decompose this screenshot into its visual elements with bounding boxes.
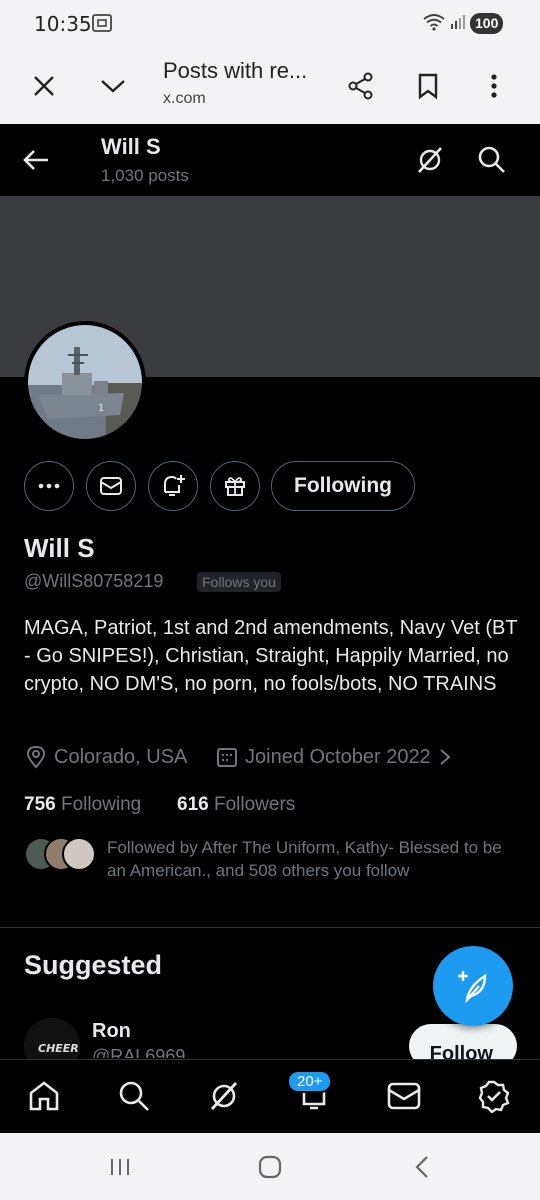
header-name: Will S bbox=[101, 134, 161, 159]
follows-you-badge: Follows you bbox=[197, 572, 281, 592]
search-icon[interactable] bbox=[116, 1078, 152, 1114]
verified-icon[interactable] bbox=[476, 1078, 512, 1114]
profile-location: Colorado, USA bbox=[24, 745, 187, 769]
browser-toolbar: Posts with re... x.com bbox=[0, 48, 540, 124]
close-icon[interactable] bbox=[26, 68, 62, 104]
notifications-badge: 20+ bbox=[287, 1070, 333, 1093]
profile-handle: @WillS80758219 bbox=[24, 571, 164, 591]
gift-button[interactable] bbox=[210, 461, 260, 511]
screenshot-icon bbox=[92, 14, 112, 32]
grok-icon[interactable] bbox=[414, 144, 446, 176]
profile-display-name: Will S bbox=[24, 533, 95, 563]
followers-label: Followers bbox=[213, 794, 296, 815]
message-button[interactable] bbox=[86, 461, 136, 511]
home-button-icon[interactable] bbox=[258, 1155, 282, 1179]
page-url: x.com bbox=[163, 90, 206, 107]
ellipsis-icon bbox=[38, 483, 60, 489]
back-arrow-icon[interactable] bbox=[20, 144, 52, 176]
home-icon[interactable] bbox=[26, 1078, 62, 1114]
back-icon[interactable] bbox=[412, 1155, 432, 1179]
page-title: Posts with re... bbox=[163, 58, 308, 83]
grok-icon[interactable] bbox=[206, 1078, 242, 1114]
system-nav-bar bbox=[0, 1133, 540, 1200]
followed-by-text[interactable]: Followed by After The Uniform, Kathy- Bl… bbox=[107, 836, 517, 882]
following-count: 756 bbox=[24, 794, 56, 815]
profile-joined[interactable]: Joined October 2022 bbox=[215, 745, 459, 769]
location-pin-icon bbox=[26, 745, 46, 769]
gift-icon bbox=[225, 477, 245, 496]
followers-count-link[interactable]: 616 Followers bbox=[177, 794, 295, 816]
following-label: Following bbox=[60, 794, 142, 815]
messages-envelope-icon[interactable] bbox=[386, 1078, 422, 1114]
signal-icon bbox=[451, 15, 465, 29]
notify-button[interactable] bbox=[148, 461, 198, 511]
profile-avatar[interactable]: 1 bbox=[24, 321, 146, 443]
chevron-right-icon bbox=[440, 749, 451, 765]
suggested-heading: Suggested bbox=[24, 950, 163, 980]
battery-indicator: 100 bbox=[470, 13, 504, 34]
search-icon[interactable] bbox=[476, 144, 508, 176]
avatar bbox=[62, 837, 96, 871]
clock: 10:35 bbox=[34, 12, 92, 36]
following-button[interactable]: Following bbox=[271, 461, 415, 511]
bottom-nav bbox=[0, 1059, 540, 1133]
joined-text: Joined October 2022 bbox=[245, 745, 431, 768]
chevron-down-icon[interactable] bbox=[95, 68, 131, 104]
following-count-link[interactable]: 756 Following bbox=[24, 794, 141, 816]
profile-bio: MAGA, Patriot, 1st and 2nd amendments, N… bbox=[24, 617, 518, 695]
more-options-button[interactable] bbox=[24, 461, 74, 511]
share-icon[interactable] bbox=[343, 68, 379, 104]
svg-text:1: 1 bbox=[98, 403, 104, 414]
post-count: 1,030 posts bbox=[101, 166, 189, 185]
navy-ship-image: 1 bbox=[28, 325, 142, 439]
suggested-user-handle: @RAL6969 bbox=[92, 1046, 186, 1058]
bookmark-icon[interactable] bbox=[410, 68, 446, 104]
wifi-icon bbox=[423, 14, 445, 31]
profile-header: Will S 1,030 posts bbox=[0, 124, 540, 196]
calendar-icon bbox=[217, 748, 237, 767]
location-text: Colorado, USA bbox=[54, 745, 188, 768]
svg-text:CHEER: CHEER bbox=[38, 1042, 79, 1055]
followers-count: 616 bbox=[177, 794, 209, 815]
envelope-icon bbox=[100, 477, 122, 495]
followed-by-avatars bbox=[24, 837, 96, 871]
suggested-user-name[interactable]: Ron bbox=[92, 1020, 131, 1043]
divider bbox=[0, 927, 540, 928]
recent-apps-icon[interactable] bbox=[108, 1157, 132, 1177]
feather-plus-icon bbox=[458, 971, 487, 1004]
bell-plus-icon bbox=[164, 475, 185, 496]
more-vertical-icon[interactable] bbox=[476, 68, 512, 104]
compose-post-button[interactable] bbox=[433, 946, 513, 1026]
status-bar: 10:35 100 bbox=[0, 0, 540, 48]
